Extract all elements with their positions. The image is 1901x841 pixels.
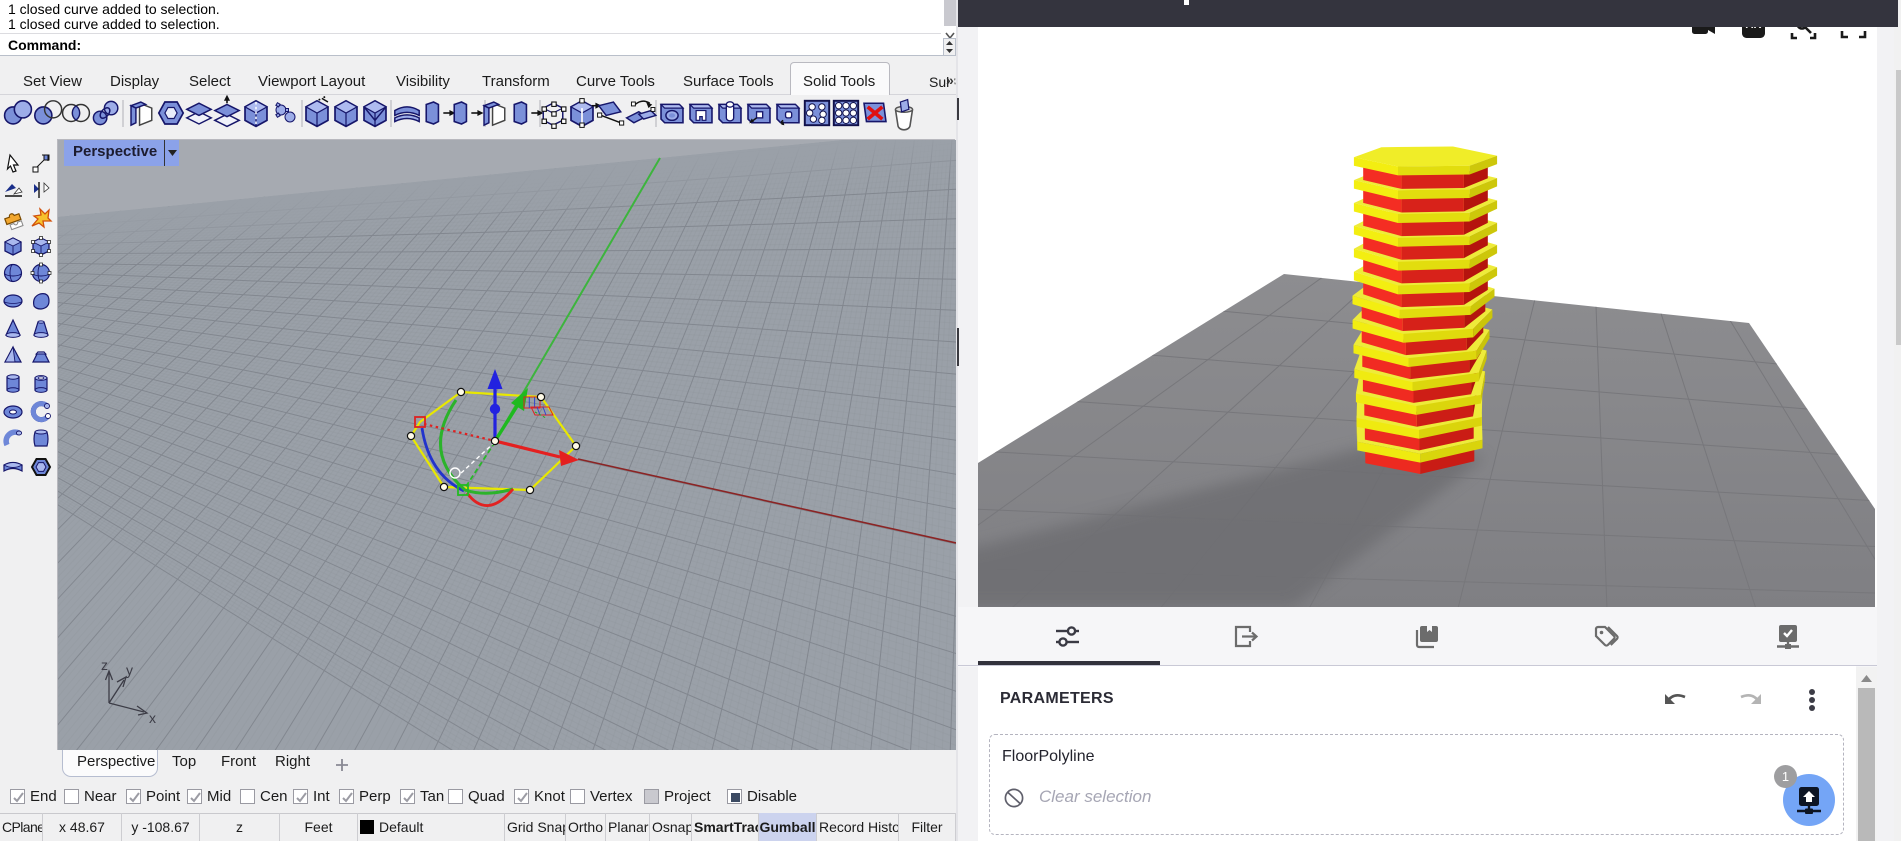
svg-text:x: x: [149, 710, 156, 726]
svg-text:z: z: [101, 657, 108, 673]
svg-text:y: y: [126, 662, 133, 678]
